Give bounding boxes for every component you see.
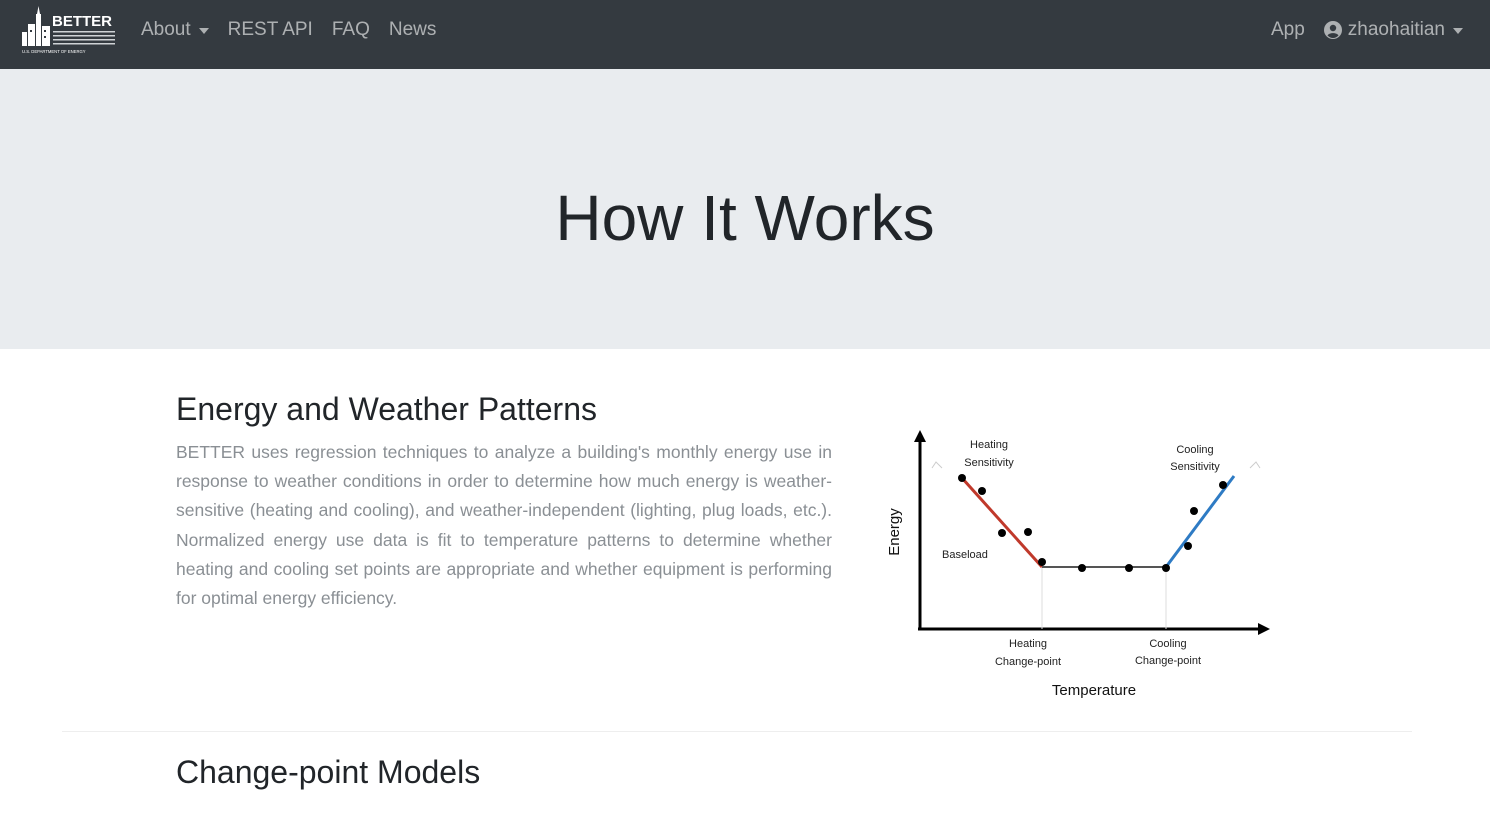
nav-faq-label: FAQ <box>331 19 370 40</box>
nav-news[interactable]: News <box>389 19 437 41</box>
page-title: How It Works <box>555 182 935 254</box>
data-point <box>958 474 966 482</box>
primary-nav: About REST API FAQ News <box>141 0 455 60</box>
chevron-down-icon <box>1453 28 1463 34</box>
svg-text:U.S. DEPARTMENT OF ENERGY: U.S. DEPARTMENT OF ENERGY <box>22 49 86 54</box>
data-point <box>1024 528 1032 536</box>
better-logo[interactable]: BETTER U.S. DEPARTMENT OF ENERGY <box>20 6 118 56</box>
cooling-changepoint-label-1: Cooling <box>1149 638 1186 650</box>
section-title-energy-weather: Energy and Weather Patterns <box>176 391 597 427</box>
data-point <box>1038 558 1046 566</box>
y-axis-label: Energy <box>886 508 903 556</box>
nav-app-label: App <box>1270 19 1305 40</box>
user-menu-dropdown[interactable]: zhaohaitian <box>1323 19 1463 41</box>
svg-text:BETTER: BETTER <box>52 13 112 30</box>
nav-app[interactable]: App <box>1271 19 1305 41</box>
data-point <box>1162 564 1170 572</box>
nav-about-dropdown[interactable]: About <box>141 19 209 41</box>
user-name-label: zhaohaitian <box>1347 19 1445 40</box>
section-title-change-point-models: Change-point Models <box>176 754 481 790</box>
data-point <box>1219 481 1227 489</box>
heating-changepoint-label-1: Heating <box>1009 638 1047 650</box>
user-circle-icon <box>1323 21 1342 39</box>
cooling-sensitivity-label-2: Sensitivity <box>1170 461 1220 473</box>
secondary-nav: App zhaohaitian <box>1252 0 1463 60</box>
nav-news-label: News <box>388 19 437 40</box>
nav-about-label: About <box>141 19 191 40</box>
heating-angle-marker <box>931 461 943 469</box>
chevron-down-icon <box>198 28 209 34</box>
nav-faq[interactable]: FAQ <box>332 19 370 41</box>
hero-banner: How It Works <box>0 69 1490 349</box>
cooling-sensitivity-label-1: Cooling <box>1176 444 1213 456</box>
x-axis-arrow <box>1258 623 1270 635</box>
data-point <box>1125 564 1133 572</box>
heating-changepoint-label-2: Change-point <box>995 656 1061 668</box>
data-point <box>978 487 986 495</box>
top-navbar: BETTER U.S. DEPARTMENT OF ENERGY About R… <box>0 0 1490 69</box>
data-point <box>1078 564 1086 572</box>
cooling-line <box>1164 475 1236 568</box>
data-point <box>1190 507 1198 515</box>
doe-building-icon: BETTER U.S. DEPARTMENT OF ENERGY <box>22 6 115 54</box>
nav-rest-api[interactable]: REST API <box>228 19 313 41</box>
section-body-energy-weather: BETTER uses regression techniques to ana… <box>176 442 832 609</box>
cooling-changepoint-label-2: Change-point <box>1135 655 1201 667</box>
data-point <box>1184 542 1192 550</box>
change-point-diagram: Heating Sensitivity Cooling Sensitivity … <box>870 420 1290 710</box>
baseload-label: Baseload <box>942 549 988 561</box>
heating-sensitivity-label-1: Heating <box>970 439 1008 451</box>
heating-sensitivity-label-2: Sensitivity <box>964 457 1014 469</box>
x-axis-label: Temperature <box>1052 682 1136 699</box>
cooling-angle-marker <box>1249 461 1261 469</box>
nav-rest-api-label: REST API <box>227 19 313 40</box>
y-axis-arrow <box>914 430 926 442</box>
section-divider <box>62 731 1412 732</box>
data-point <box>998 529 1006 537</box>
